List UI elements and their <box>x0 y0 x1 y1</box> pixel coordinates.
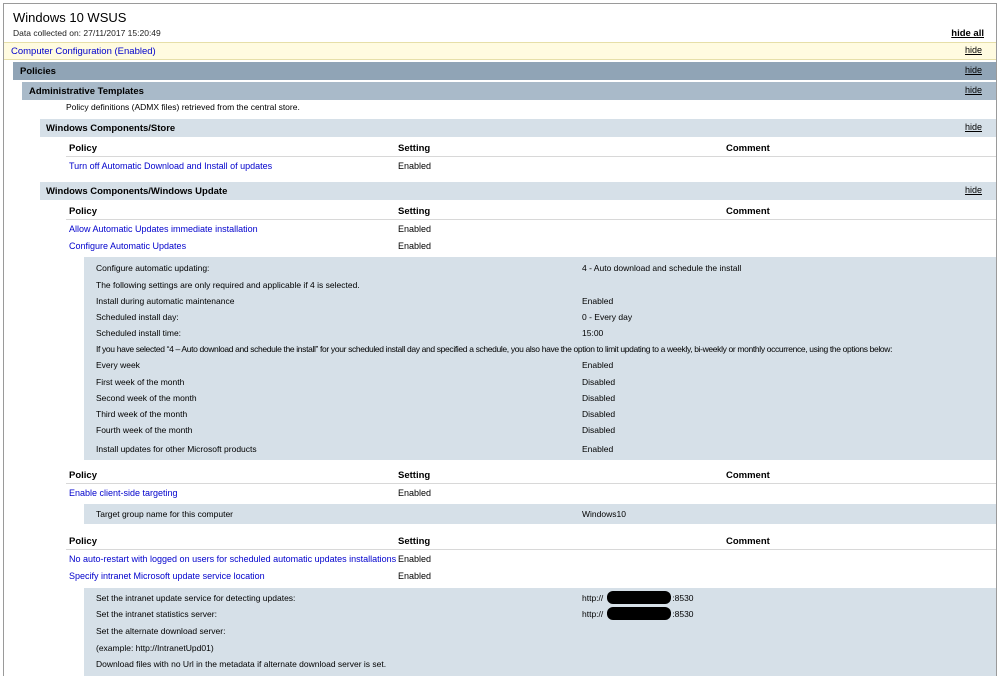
administrative-templates-header[interactable]: Administrative Templates <box>22 82 996 100</box>
hide-store-link[interactable]: hide <box>965 122 982 132</box>
client-targeting-details: Target group name for this computer Wind… <box>84 504 996 524</box>
detail-value: 4 - Auto download and schedule the insta… <box>582 263 742 273</box>
detail-label: Fourth week of the month <box>96 425 193 435</box>
store-section-header[interactable]: Windows Components/Store <box>40 119 996 137</box>
report-frame: Windows 10 WSUS Data collected on: 27/11… <box>3 3 997 676</box>
detail-label: First week of the month <box>96 377 185 387</box>
column-comment: Comment <box>726 470 770 481</box>
redacted-hostname <box>607 607 672 620</box>
policy-setting: Enabled <box>398 571 432 581</box>
store-section-label: Windows Components/Store <box>46 122 176 134</box>
column-comment: Comment <box>726 206 770 217</box>
column-comment: Comment <box>726 143 770 154</box>
policy-link[interactable]: No auto-restart with logged on users for… <box>69 554 396 564</box>
column-setting: Setting <box>398 536 431 547</box>
computer-configuration-header[interactable]: Computer Configuration (Enabled) <box>4 42 996 60</box>
windows-update-section-header[interactable]: Windows Components/Windows Update <box>40 182 996 200</box>
policy-setting: Enabled <box>398 224 432 234</box>
detail-label: Set the intranet update service for dete… <box>96 593 296 603</box>
detail-value: Disabled <box>582 409 616 419</box>
column-policy: Policy <box>69 206 97 217</box>
detail-label: Set the alternate download server: <box>96 626 226 636</box>
table-row: Enable client-side targeting Enabled <box>66 486 996 502</box>
store-table-header: Policy Setting Comment <box>66 141 996 157</box>
detail-label: Second week of the month <box>96 393 197 403</box>
detail-label: Install updates for other Microsoft prod… <box>96 444 257 454</box>
hide-computer-configuration-link[interactable]: hide <box>965 45 982 55</box>
column-policy: Policy <box>69 536 97 547</box>
detail-value: Enabled <box>582 360 614 370</box>
detail-value: http:// :8530 <box>582 607 694 621</box>
detail-value: Enabled <box>582 296 614 306</box>
column-policy: Policy <box>69 470 97 481</box>
detail-label: Third week of the month <box>96 409 188 419</box>
url-prefix: http:// <box>582 608 604 619</box>
wu-table-header-1: Policy Setting Comment <box>66 204 996 220</box>
hide-windows-update-link[interactable]: hide <box>965 185 982 195</box>
policy-link[interactable]: Configure Automatic Updates <box>69 241 186 251</box>
data-collected-text: Data collected on: 27/11/2017 15:20:49 <box>13 28 161 38</box>
computer-configuration-label: Computer Configuration (Enabled) <box>11 45 156 57</box>
policies-header[interactable]: Policies <box>13 62 996 80</box>
detail-value: Disabled <box>582 393 616 403</box>
column-setting: Setting <box>398 206 431 217</box>
detail-label: Configure automatic updating: <box>96 263 210 273</box>
configure-updates-details: Configure automatic updating: 4 - Auto d… <box>84 257 996 460</box>
table-row: Allow Automatic Updates immediate instal… <box>66 222 996 238</box>
policy-link[interactable]: Allow Automatic Updates immediate instal… <box>69 224 258 234</box>
wu-table-header-2: Policy Setting Comment <box>66 468 996 484</box>
policy-setting: Enabled <box>398 554 432 564</box>
column-setting: Setting <box>398 143 431 154</box>
detail-label: Set the intranet statistics server: <box>96 609 217 619</box>
url-prefix: http:// <box>582 592 604 603</box>
table-row: Configure Automatic Updates Enabled <box>66 239 996 255</box>
column-setting: Setting <box>398 470 431 481</box>
detail-label: (example: http://IntranetUpd01) <box>96 643 214 653</box>
detail-label: Install during automatic maintenance <box>96 296 235 306</box>
redacted-hostname <box>607 591 672 604</box>
policy-setting: Enabled <box>398 241 432 251</box>
detail-value: http:// :8530 <box>582 591 694 605</box>
policy-link[interactable]: Enable client-side targeting <box>69 488 178 498</box>
policies-label: Policies <box>20 65 56 77</box>
url-suffix: :8530 <box>672 608 694 619</box>
windows-update-section-label: Windows Components/Windows Update <box>46 185 228 197</box>
detail-value: Disabled <box>582 425 616 435</box>
table-row: Turn off Automatic Download and Install … <box>66 159 996 175</box>
policy-setting: Enabled <box>398 161 432 171</box>
detail-label: Scheduled install day: <box>96 312 179 322</box>
report-header: Windows 10 WSUS Data collected on: 27/11… <box>4 4 996 42</box>
wu-table-header-3: Policy Setting Comment <box>66 534 996 550</box>
hide-administrative-templates-link[interactable]: hide <box>965 85 982 95</box>
hide-all-link[interactable]: hide all <box>951 28 984 39</box>
policy-link[interactable]: Specify intranet Microsoft update servic… <box>69 571 265 581</box>
hide-policies-link[interactable]: hide <box>965 65 982 75</box>
table-row: No auto-restart with logged on users for… <box>66 552 996 568</box>
detail-label: Download files with no Url in the metada… <box>96 659 387 669</box>
policy-setting: Enabled <box>398 488 432 498</box>
policy-link[interactable]: Turn off Automatic Download and Install … <box>69 161 272 171</box>
detail-label: If you have selected “4 – Auto download … <box>96 344 893 354</box>
detail-value: Windows10 <box>582 509 626 519</box>
intranet-location-details: Set the intranet update service for dete… <box>84 588 996 676</box>
admx-note: Policy definitions (ADMX files) retrieve… <box>66 102 300 112</box>
administrative-templates-label: Administrative Templates <box>29 85 144 97</box>
detail-value: Disabled <box>582 377 616 387</box>
url-suffix: :8530 <box>672 592 694 603</box>
detail-label: Target group name for this computer <box>96 509 234 519</box>
table-row: Specify intranet Microsoft update servic… <box>66 569 996 585</box>
column-comment: Comment <box>726 536 770 547</box>
detail-label: Every week <box>96 360 140 370</box>
detail-value: 15:00 <box>582 328 604 338</box>
report-title: Windows 10 WSUS <box>13 10 127 25</box>
detail-label: The following settings are only required… <box>96 280 360 290</box>
detail-value: 0 - Every day <box>582 312 633 322</box>
column-policy: Policy <box>69 143 97 154</box>
detail-label: Scheduled install time: <box>96 328 182 338</box>
detail-value: Enabled <box>582 444 614 454</box>
